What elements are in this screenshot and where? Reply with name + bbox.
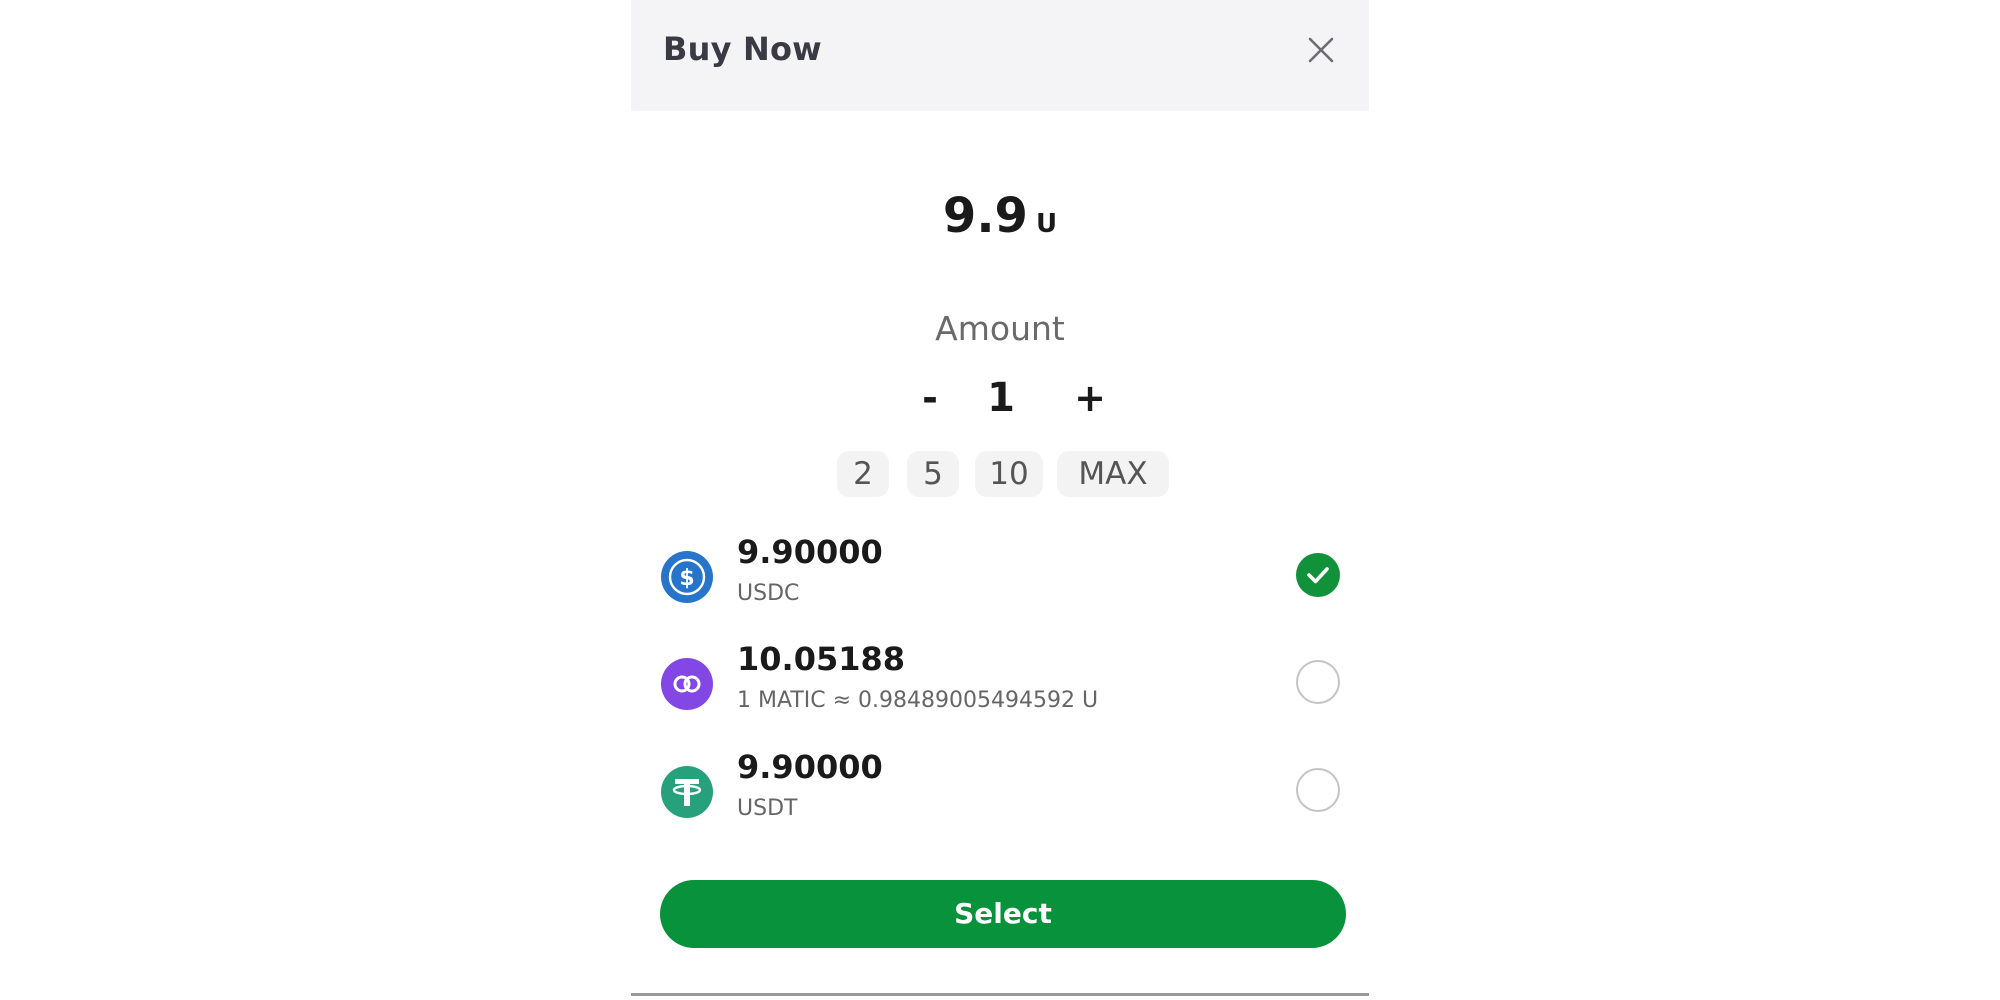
price-display: 9.9 U [631, 188, 1369, 244]
matic-icon [661, 658, 713, 710]
quick-amount-10-button[interactable]: 10 [975, 451, 1043, 497]
svg-text:$: $ [679, 566, 694, 591]
quick-amount-max-button[interactable]: MAX [1057, 451, 1169, 497]
select-button[interactable]: Select [660, 880, 1346, 948]
option-rate-label: 1 MATIC ≈ 0.98489005494592 U [737, 688, 1099, 713]
quantity-stepper: - 1 + [631, 373, 1369, 423]
radio-unselected[interactable] [1296, 660, 1340, 704]
option-token-label: USDC [737, 581, 800, 606]
payment-option-matic[interactable]: 10.05188 1 MATIC ≈ 0.98489005494592 U [631, 640, 1369, 724]
buy-now-modal: Buy Now 9.9 U Amount - 1 + 2 5 10 MAX $ 9… [631, 0, 1369, 996]
radio-unselected[interactable] [1296, 768, 1340, 812]
amount-label: Amount [935, 309, 1065, 348]
modal-header: Buy Now [631, 0, 1369, 111]
close-icon[interactable] [1306, 35, 1336, 65]
option-amount: 9.90000 [737, 748, 883, 786]
payment-option-usdt[interactable]: 9.90000 USDT [631, 748, 1369, 832]
option-token-label: USDT [737, 796, 798, 821]
usdt-icon [661, 766, 713, 818]
decrement-button[interactable]: - [910, 373, 950, 423]
selected-check-icon[interactable] [1296, 553, 1340, 597]
price-unit: U [1035, 209, 1058, 239]
quick-amount-5-button[interactable]: 5 [907, 451, 959, 497]
modal-title: Buy Now [663, 30, 822, 68]
increment-button[interactable]: + [1070, 373, 1110, 423]
option-amount: 9.90000 [737, 533, 883, 571]
price-value: 9.9 [942, 188, 1028, 244]
payment-option-usdc[interactable]: $ 9.90000 USDC [631, 533, 1369, 617]
usdc-icon: $ [661, 551, 713, 603]
quick-amount-2-button[interactable]: 2 [837, 451, 889, 497]
option-amount: 10.05188 [737, 640, 906, 678]
quantity-value: 1 [987, 375, 1015, 421]
